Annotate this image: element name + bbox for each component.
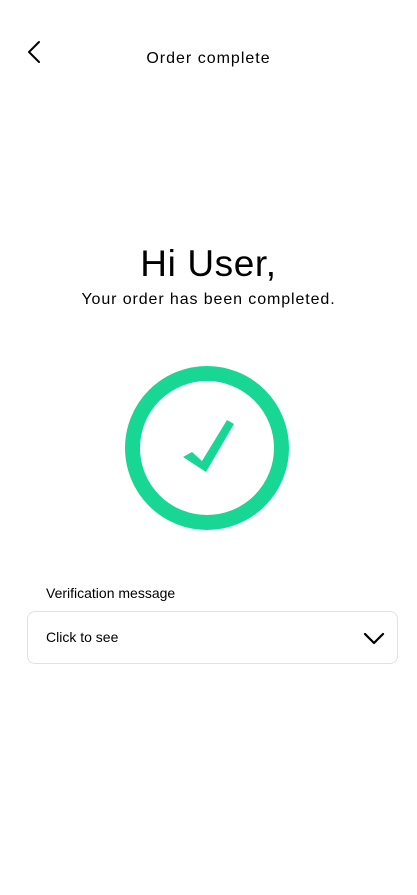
- success-ring: [125, 366, 289, 530]
- check-mark: [183, 420, 234, 472]
- verification-dropdown[interactable]: Click to see: [27, 611, 398, 664]
- top-bar: Order complete: [0, 0, 417, 110]
- page-title: Order complete: [146, 50, 271, 67]
- verification-dropdown-value: Click to see: [46, 629, 119, 645]
- order-status-message: Your order has been completed.: [81, 291, 336, 308]
- greeting-heading: Hi User,: [140, 243, 277, 284]
- verification-label: Verification message: [46, 585, 176, 601]
- checkmark-circle-icon: [125, 366, 289, 530]
- chevron-down-icon: [363, 632, 385, 645]
